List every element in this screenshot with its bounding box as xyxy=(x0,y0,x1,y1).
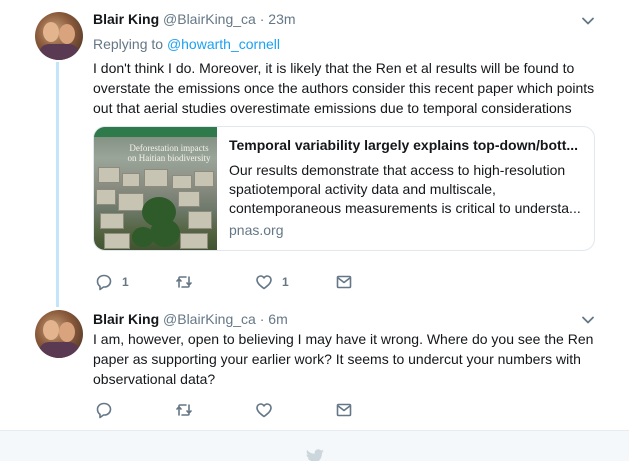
tweet-text: I am, however, open to believing I may h… xyxy=(93,331,594,387)
card-body: Temporal variability largely explains to… xyxy=(229,137,585,238)
bird-logo-icon xyxy=(306,449,324,461)
retweet-icon xyxy=(176,404,192,416)
heart-icon xyxy=(256,275,272,290)
card-image-caption: Deforestation impacts on Haitian biodive… xyxy=(127,143,211,163)
retweet-icon xyxy=(176,276,192,288)
reply-icon xyxy=(96,402,112,419)
like-count: 1 xyxy=(282,275,289,289)
chevron-down-icon[interactable] xyxy=(581,14,595,28)
tweet-header: Blair King @BlairKing_ca · 23m xyxy=(93,11,296,27)
reply-button[interactable]: 1 xyxy=(95,272,129,292)
timestamp[interactable]: 23m xyxy=(268,11,295,27)
direct-message-button[interactable] xyxy=(335,272,362,292)
retweet-button[interactable] xyxy=(175,400,202,420)
timeline-footer xyxy=(0,430,629,461)
reply-count: 1 xyxy=(122,275,129,289)
author-name[interactable]: Blair King xyxy=(93,11,159,27)
link-preview-card[interactable]: Deforestation impacts on Haitian biodive… xyxy=(93,126,595,251)
avatar[interactable] xyxy=(35,12,83,60)
envelope-icon xyxy=(336,275,352,289)
tweet[interactable]: Blair King @BlairKing_ca · 6m I am, howe… xyxy=(0,300,629,430)
tweet-header: Blair King @BlairKing_ca · 6m xyxy=(93,311,288,327)
separator-dot: · xyxy=(259,11,265,27)
envelope-icon xyxy=(336,403,352,417)
reply-button[interactable] xyxy=(95,400,122,420)
like-button[interactable]: 1 xyxy=(255,272,289,292)
card-description: Our results demonstrate that access to h… xyxy=(229,162,581,216)
replying-to-mention[interactable]: @howarth_cornell xyxy=(167,36,280,52)
tweet[interactable]: Blair King @BlairKing_ca · 23m Replying … xyxy=(0,0,629,307)
tweet-text: I don't think I do. Moreover, it is like… xyxy=(93,60,595,116)
replying-to: Replying to @howarth_cornell xyxy=(93,36,280,52)
card-domain: pnas.org xyxy=(229,222,284,238)
like-button[interactable] xyxy=(255,400,282,420)
timestamp[interactable]: 6m xyxy=(268,311,287,327)
replying-to-label: Replying to xyxy=(93,36,164,52)
card-thumbnail: Deforestation impacts on Haitian biodive… xyxy=(94,127,217,250)
thread-connector-line xyxy=(56,62,59,307)
avatar[interactable] xyxy=(35,310,83,358)
author-handle[interactable]: @BlairKing_ca xyxy=(163,11,256,27)
card-title[interactable]: Temporal variability largely explains to… xyxy=(229,137,585,155)
separator-dot: · xyxy=(259,311,265,327)
reply-icon xyxy=(96,274,112,291)
author-name[interactable]: Blair King xyxy=(93,311,159,327)
heart-icon xyxy=(256,403,272,418)
chevron-down-icon[interactable] xyxy=(581,313,595,327)
retweet-button[interactable] xyxy=(175,272,202,292)
direct-message-button[interactable] xyxy=(335,400,362,420)
author-handle[interactable]: @BlairKing_ca xyxy=(163,311,256,327)
